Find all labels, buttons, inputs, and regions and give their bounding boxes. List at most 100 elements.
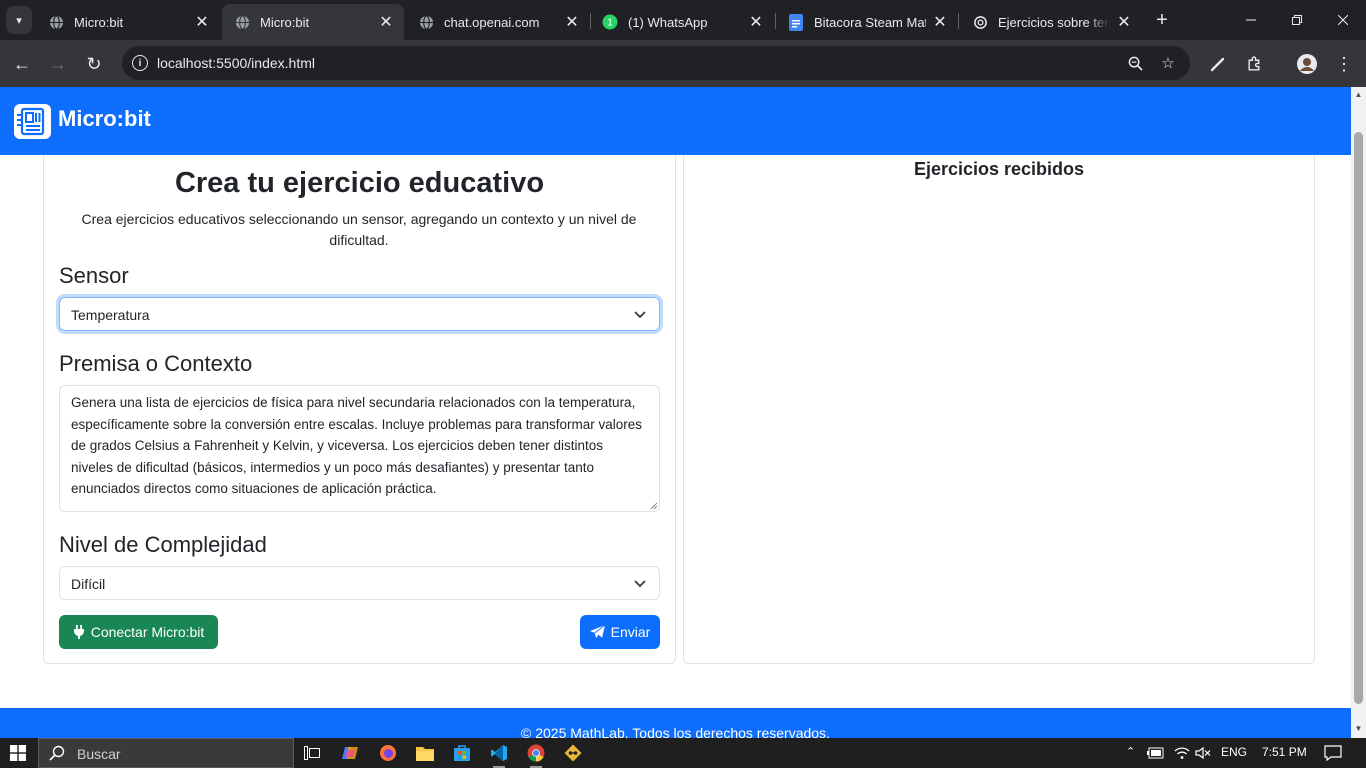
close-icon[interactable]: ✕ [748, 12, 764, 32]
language-indicator[interactable]: ENG [1221, 745, 1247, 759]
task-view-icon[interactable] [302, 743, 322, 763]
search-icon [49, 745, 65, 761]
taskbar-search-box[interactable]: Buscar [38, 738, 294, 768]
tab-title: Micro:bit [74, 14, 124, 30]
site-info-icon[interactable]: i [132, 55, 148, 71]
close-icon[interactable]: ✕ [564, 12, 580, 32]
clock[interactable]: 7:51 PM [1262, 745, 1307, 759]
volume-muted-icon[interactable] [1193, 743, 1213, 763]
forward-button[interactable]: → [44, 50, 72, 78]
send-button-label: Enviar [610, 624, 651, 640]
context-text: Genera una lista de ejercicios de física… [71, 395, 643, 497]
openai-icon [972, 14, 988, 30]
zoom-icon[interactable] [1124, 52, 1146, 74]
plug-icon [73, 625, 84, 639]
globe-icon [418, 14, 434, 30]
sensor-select-value: Temperatura [71, 307, 150, 323]
reload-icon: ↻ [86, 53, 102, 74]
send-icon [589, 625, 605, 639]
complexity-label: Nivel de Complejidad [59, 532, 267, 557]
edit-pen-icon[interactable] [1206, 52, 1230, 76]
globe-icon [48, 14, 64, 30]
scroll-up-arrow-icon[interactable]: ▲ [1354, 90, 1363, 99]
scrollbar-thumb[interactable] [1354, 132, 1363, 704]
tab-title: Micro:bit [260, 14, 310, 30]
plus-icon: + [1156, 8, 1168, 31]
minimize-icon [1246, 19, 1256, 21]
address-bar[interactable]: i localhost:5500/index.html ☆ [122, 46, 1190, 80]
navbar-brand[interactable]: Micro:bit [58, 106, 151, 132]
close-icon[interactable]: ✕ [194, 12, 210, 32]
tab-search-button[interactable]: ▾ [6, 6, 32, 34]
browser-tab-6[interactable]: Ejercicios sobre temp ✕ [960, 4, 1142, 40]
footer-text: © 2025 MathLab. Todos los derechos reser… [521, 725, 830, 738]
sensor-label: Sensor [59, 263, 129, 288]
browser-tab-1[interactable]: Micro:bit ✕ [36, 4, 220, 40]
back-button[interactable]: ← [8, 50, 36, 78]
close-icon[interactable]: ✕ [932, 12, 948, 32]
url-text: localhost:5500/index.html [157, 55, 315, 71]
restore-button[interactable] [1274, 0, 1320, 40]
docs-icon [788, 13, 804, 31]
close-window-button[interactable] [1320, 0, 1366, 40]
bookmark-star-icon[interactable]: ☆ [1157, 52, 1179, 74]
new-tab-button[interactable]: + [1150, 8, 1174, 32]
chevron-down-icon [634, 311, 646, 319]
connect-microbit-button[interactable]: Conectar Micro:bit [59, 615, 218, 649]
microsoft-store-icon[interactable] [452, 743, 472, 763]
complexity-select[interactable]: Difícil [59, 566, 660, 600]
windows-taskbar: Buscar ⌃ ENG 7:51 PM [0, 738, 1366, 768]
microbit-logo-icon[interactable] [14, 104, 51, 139]
browser-tab-4[interactable]: 1 (1) WhatsApp ✕ [590, 4, 774, 40]
chevron-down-icon: ▾ [16, 14, 22, 27]
tab-title: chat.openai.com [444, 14, 540, 30]
extensions-icon[interactable] [1242, 52, 1266, 76]
browser-tab-3[interactable]: chat.openai.com ✕ [406, 4, 590, 40]
close-icon[interactable]: ✕ [1116, 12, 1132, 32]
git-gui-icon[interactable] [563, 743, 583, 763]
chrome-icon[interactable] [526, 743, 546, 768]
chevron-down-icon [634, 580, 646, 588]
send-button[interactable]: Enviar [580, 615, 660, 649]
tab-title: (1) WhatsApp [628, 14, 708, 30]
sensor-select[interactable]: Temperatura [59, 297, 660, 331]
tab-title: Ejercicios sobre temp [998, 14, 1110, 30]
profile-avatar[interactable] [1295, 52, 1319, 76]
restore-icon [1292, 15, 1302, 25]
browser-toolbar: ← → ↻ i localhost:5500/index.html ☆ ⋮ [0, 40, 1366, 87]
scroll-down-arrow-icon[interactable]: ▼ [1354, 724, 1363, 733]
reload-button[interactable]: ↻ [80, 50, 108, 78]
form-title: Crea tu ejercicio educativo [174, 167, 545, 199]
minimize-button[interactable] [1228, 0, 1274, 40]
tray-overflow-chevron-icon[interactable]: ⌃ [1126, 745, 1135, 758]
context-label: Premisa o Contexto [59, 351, 253, 376]
context-textarea[interactable]: Genera una lista de ejercicios de física… [59, 385, 660, 512]
vscode-icon[interactable] [489, 743, 509, 768]
notifications-icon[interactable] [1323, 743, 1343, 763]
whatsapp-icon: 1 [602, 14, 618, 30]
file-explorer-icon[interactable] [415, 743, 435, 763]
complexity-select-value: Difícil [71, 576, 106, 592]
svg-text:1: 1 [607, 18, 613, 29]
form-description: Crea ejercicios educativos seleccionando… [81, 211, 637, 248]
resize-grip-icon[interactable] [650, 502, 658, 510]
close-icon[interactable]: ✕ [378, 12, 394, 32]
results-card [683, 127, 1315, 664]
browser-tab-5[interactable]: Bitacora Steam Math ✕ [776, 4, 958, 40]
browser-tab-2-active[interactable]: Micro:bit ✕ [222, 4, 404, 40]
copilot-icon[interactable] [340, 743, 360, 763]
wifi-icon[interactable] [1172, 743, 1192, 763]
more-menu-icon[interactable]: ⋮ [1332, 52, 1356, 76]
battery-icon[interactable] [1146, 743, 1166, 763]
tab-title: Bitacora Steam Math [814, 14, 926, 30]
results-title: Ejercicios recibidos [913, 159, 1085, 179]
tab-separator [958, 13, 959, 29]
browser-tab-strip: ▾ Micro:bit ✕ Micro:bit ✕ chat.openai.co… [0, 0, 1366, 40]
page-viewport: Micro:bit Crea tu ejercicio educativo Cr… [0, 87, 1351, 738]
page-scrollbar[interactable]: ▲ ▼ [1351, 87, 1366, 738]
connect-button-label: Conectar Micro:bit [90, 624, 205, 640]
windows-start-icon[interactable] [10, 745, 26, 761]
top-navbar: Micro:bit [0, 87, 1351, 155]
firefox-icon[interactable] [378, 743, 398, 763]
arrow-left-icon: ← [13, 53, 31, 74]
